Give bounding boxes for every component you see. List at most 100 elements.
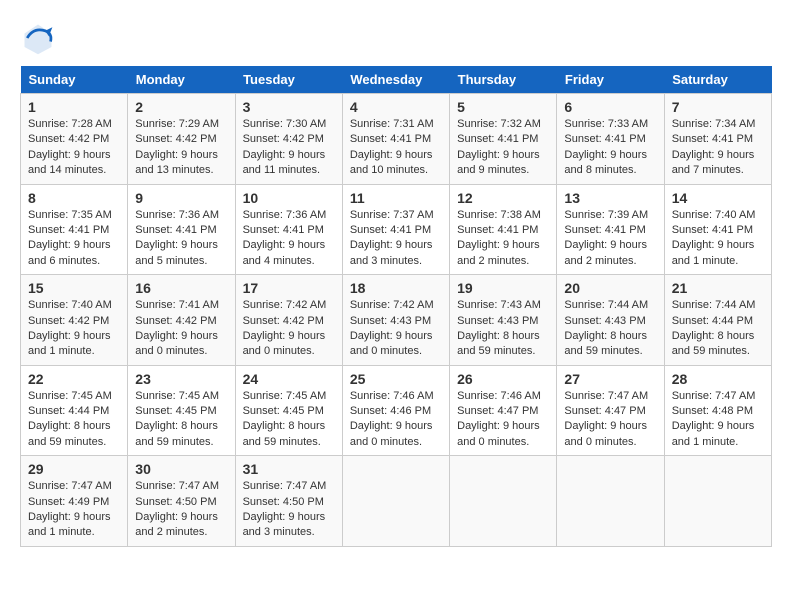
sunset-label: Sunset: 4:42 PM xyxy=(243,315,324,327)
day-info: Sunrise: 7:36 AM Sunset: 4:41 PM Dayligh… xyxy=(243,208,335,270)
calendar-cell: 4 Sunrise: 7:31 AM Sunset: 4:41 PM Dayli… xyxy=(342,94,449,185)
sunrise-label: Sunrise: 7:32 AM xyxy=(457,118,541,130)
daylight-label: Daylight: 8 hours and 59 minutes. xyxy=(28,420,111,447)
calendar-cell: 29 Sunrise: 7:47 AM Sunset: 4:49 PM Dayl… xyxy=(21,456,128,547)
sunset-label: Sunset: 4:43 PM xyxy=(350,315,431,327)
calendar-cell: 11 Sunrise: 7:37 AM Sunset: 4:41 PM Dayl… xyxy=(342,184,449,275)
daylight-label: Daylight: 9 hours and 1 minute. xyxy=(672,239,755,266)
day-number: 18 xyxy=(350,280,442,296)
calendar-cell: 7 Sunrise: 7:34 AM Sunset: 4:41 PM Dayli… xyxy=(664,94,771,185)
calendar-cell: 12 Sunrise: 7:38 AM Sunset: 4:41 PM Dayl… xyxy=(450,184,557,275)
day-info: Sunrise: 7:34 AM Sunset: 4:41 PM Dayligh… xyxy=(672,117,764,179)
calendar-week-row: 1 Sunrise: 7:28 AM Sunset: 4:42 PM Dayli… xyxy=(21,94,772,185)
day-number: 14 xyxy=(672,190,764,206)
calendar-body: 1 Sunrise: 7:28 AM Sunset: 4:42 PM Dayli… xyxy=(21,94,772,547)
sunrise-label: Sunrise: 7:47 AM xyxy=(564,390,648,402)
daylight-label: Daylight: 9 hours and 14 minutes. xyxy=(28,149,111,176)
day-info: Sunrise: 7:35 AM Sunset: 4:41 PM Dayligh… xyxy=(28,208,120,270)
sunrise-label: Sunrise: 7:46 AM xyxy=(457,390,541,402)
day-number: 4 xyxy=(350,99,442,115)
sunrise-label: Sunrise: 7:36 AM xyxy=(135,209,219,221)
sunset-label: Sunset: 4:41 PM xyxy=(243,224,324,236)
daylight-label: Daylight: 9 hours and 0 minutes. xyxy=(350,420,433,447)
day-number: 24 xyxy=(243,371,335,387)
day-info: Sunrise: 7:47 AM Sunset: 4:48 PM Dayligh… xyxy=(672,389,764,451)
calendar-cell: 6 Sunrise: 7:33 AM Sunset: 4:41 PM Dayli… xyxy=(557,94,664,185)
day-info: Sunrise: 7:40 AM Sunset: 4:41 PM Dayligh… xyxy=(672,208,764,270)
calendar-cell: 27 Sunrise: 7:47 AM Sunset: 4:47 PM Dayl… xyxy=(557,365,664,456)
calendar-week-row: 29 Sunrise: 7:47 AM Sunset: 4:49 PM Dayl… xyxy=(21,456,772,547)
calendar-cell: 23 Sunrise: 7:45 AM Sunset: 4:45 PM Dayl… xyxy=(128,365,235,456)
day-info: Sunrise: 7:40 AM Sunset: 4:42 PM Dayligh… xyxy=(28,298,120,360)
calendar-week-row: 22 Sunrise: 7:45 AM Sunset: 4:44 PM Dayl… xyxy=(21,365,772,456)
day-info: Sunrise: 7:47 AM Sunset: 4:49 PM Dayligh… xyxy=(28,479,120,541)
logo-icon xyxy=(20,20,56,56)
day-number: 29 xyxy=(28,461,120,477)
day-number: 16 xyxy=(135,280,227,296)
daylight-label: Daylight: 9 hours and 0 minutes. xyxy=(564,420,647,447)
calendar-day-header: Monday xyxy=(128,66,235,94)
day-number: 15 xyxy=(28,280,120,296)
calendar-cell: 16 Sunrise: 7:41 AM Sunset: 4:42 PM Dayl… xyxy=(128,275,235,366)
day-number: 22 xyxy=(28,371,120,387)
day-info: Sunrise: 7:43 AM Sunset: 4:43 PM Dayligh… xyxy=(457,298,549,360)
day-info: Sunrise: 7:44 AM Sunset: 4:44 PM Dayligh… xyxy=(672,298,764,360)
sunset-label: Sunset: 4:42 PM xyxy=(28,315,109,327)
calendar-cell: 17 Sunrise: 7:42 AM Sunset: 4:42 PM Dayl… xyxy=(235,275,342,366)
calendar-cell: 22 Sunrise: 7:45 AM Sunset: 4:44 PM Dayl… xyxy=(21,365,128,456)
calendar-cell xyxy=(664,456,771,547)
calendar-cell: 30 Sunrise: 7:47 AM Sunset: 4:50 PM Dayl… xyxy=(128,456,235,547)
calendar-cell: 15 Sunrise: 7:40 AM Sunset: 4:42 PM Dayl… xyxy=(21,275,128,366)
sunrise-label: Sunrise: 7:39 AM xyxy=(564,209,648,221)
calendar-cell: 18 Sunrise: 7:42 AM Sunset: 4:43 PM Dayl… xyxy=(342,275,449,366)
day-number: 2 xyxy=(135,99,227,115)
sunrise-label: Sunrise: 7:33 AM xyxy=(564,118,648,130)
daylight-label: Daylight: 9 hours and 0 minutes. xyxy=(243,330,326,357)
calendar-cell: 3 Sunrise: 7:30 AM Sunset: 4:42 PM Dayli… xyxy=(235,94,342,185)
day-info: Sunrise: 7:44 AM Sunset: 4:43 PM Dayligh… xyxy=(564,298,656,360)
daylight-label: Daylight: 8 hours and 59 minutes. xyxy=(457,330,540,357)
logo xyxy=(20,20,62,56)
day-number: 10 xyxy=(243,190,335,206)
sunset-label: Sunset: 4:41 PM xyxy=(457,224,538,236)
sunset-label: Sunset: 4:45 PM xyxy=(135,405,216,417)
sunrise-label: Sunrise: 7:44 AM xyxy=(564,299,648,311)
calendar-cell: 21 Sunrise: 7:44 AM Sunset: 4:44 PM Dayl… xyxy=(664,275,771,366)
day-info: Sunrise: 7:42 AM Sunset: 4:43 PM Dayligh… xyxy=(350,298,442,360)
daylight-label: Daylight: 9 hours and 2 minutes. xyxy=(135,511,218,538)
day-info: Sunrise: 7:32 AM Sunset: 4:41 PM Dayligh… xyxy=(457,117,549,179)
calendar-cell: 26 Sunrise: 7:46 AM Sunset: 4:47 PM Dayl… xyxy=(450,365,557,456)
daylight-label: Daylight: 9 hours and 6 minutes. xyxy=(28,239,111,266)
day-info: Sunrise: 7:29 AM Sunset: 4:42 PM Dayligh… xyxy=(135,117,227,179)
sunset-label: Sunset: 4:49 PM xyxy=(28,496,109,508)
sunset-label: Sunset: 4:41 PM xyxy=(350,224,431,236)
day-number: 17 xyxy=(243,280,335,296)
day-number: 6 xyxy=(564,99,656,115)
day-info: Sunrise: 7:39 AM Sunset: 4:41 PM Dayligh… xyxy=(564,208,656,270)
day-number: 30 xyxy=(135,461,227,477)
calendar-day-header: Sunday xyxy=(21,66,128,94)
day-number: 20 xyxy=(564,280,656,296)
daylight-label: Daylight: 8 hours and 59 minutes. xyxy=(135,420,218,447)
daylight-label: Daylight: 9 hours and 0 minutes. xyxy=(457,420,540,447)
calendar-week-row: 8 Sunrise: 7:35 AM Sunset: 4:41 PM Dayli… xyxy=(21,184,772,275)
sunrise-label: Sunrise: 7:45 AM xyxy=(135,390,219,402)
sunrise-label: Sunrise: 7:44 AM xyxy=(672,299,756,311)
day-number: 23 xyxy=(135,371,227,387)
day-info: Sunrise: 7:45 AM Sunset: 4:45 PM Dayligh… xyxy=(135,389,227,451)
sunset-label: Sunset: 4:44 PM xyxy=(28,405,109,417)
day-number: 31 xyxy=(243,461,335,477)
sunset-label: Sunset: 4:43 PM xyxy=(457,315,538,327)
page-header xyxy=(20,20,772,56)
day-number: 13 xyxy=(564,190,656,206)
sunrise-label: Sunrise: 7:46 AM xyxy=(350,390,434,402)
sunrise-label: Sunrise: 7:37 AM xyxy=(350,209,434,221)
day-info: Sunrise: 7:45 AM Sunset: 4:45 PM Dayligh… xyxy=(243,389,335,451)
day-info: Sunrise: 7:31 AM Sunset: 4:41 PM Dayligh… xyxy=(350,117,442,179)
calendar-day-header: Friday xyxy=(557,66,664,94)
day-number: 19 xyxy=(457,280,549,296)
sunset-label: Sunset: 4:43 PM xyxy=(564,315,645,327)
day-number: 27 xyxy=(564,371,656,387)
day-info: Sunrise: 7:46 AM Sunset: 4:47 PM Dayligh… xyxy=(457,389,549,451)
calendar-cell: 24 Sunrise: 7:45 AM Sunset: 4:45 PM Dayl… xyxy=(235,365,342,456)
